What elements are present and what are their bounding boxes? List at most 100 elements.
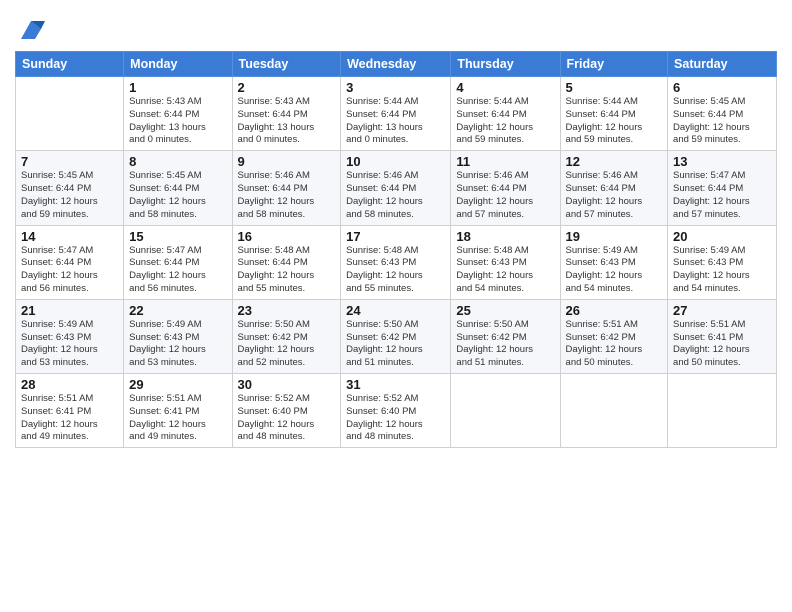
calendar-cell: 17Sunrise: 5:48 AM Sunset: 6:43 PM Dayli… [341,225,451,299]
calendar-cell: 16Sunrise: 5:48 AM Sunset: 6:44 PM Dayli… [232,225,341,299]
day-number: 5 [566,80,663,95]
day-info: Sunrise: 5:45 AM Sunset: 6:44 PM Dayligh… [21,170,118,221]
calendar-cell: 9Sunrise: 5:46 AM Sunset: 6:44 PM Daylig… [232,151,341,225]
calendar-week-row: 21Sunrise: 5:49 AM Sunset: 6:43 PM Dayli… [16,299,777,373]
page-header [15,10,777,43]
calendar-table: SundayMondayTuesdayWednesdayThursdayFrid… [15,51,777,448]
day-info: Sunrise: 5:43 AM Sunset: 6:44 PM Dayligh… [238,96,336,147]
day-info: Sunrise: 5:45 AM Sunset: 6:44 PM Dayligh… [129,170,226,221]
calendar-cell: 20Sunrise: 5:49 AM Sunset: 6:43 PM Dayli… [668,225,777,299]
day-number: 29 [129,377,226,392]
calendar-cell: 12Sunrise: 5:46 AM Sunset: 6:44 PM Dayli… [560,151,668,225]
day-number: 12 [566,154,663,169]
weekday-header-monday: Monday [124,52,232,77]
calendar-week-row: 28Sunrise: 5:51 AM Sunset: 6:41 PM Dayli… [16,374,777,448]
calendar-cell: 10Sunrise: 5:46 AM Sunset: 6:44 PM Dayli… [341,151,451,225]
calendar-cell: 23Sunrise: 5:50 AM Sunset: 6:42 PM Dayli… [232,299,341,373]
day-number: 18 [456,229,554,244]
day-info: Sunrise: 5:46 AM Sunset: 6:44 PM Dayligh… [238,170,336,221]
day-info: Sunrise: 5:49 AM Sunset: 6:43 PM Dayligh… [21,319,118,370]
calendar-week-row: 1Sunrise: 5:43 AM Sunset: 6:44 PM Daylig… [16,77,777,151]
day-info: Sunrise: 5:44 AM Sunset: 6:44 PM Dayligh… [346,96,445,147]
calendar-cell: 31Sunrise: 5:52 AM Sunset: 6:40 PM Dayli… [341,374,451,448]
calendar-cell: 21Sunrise: 5:49 AM Sunset: 6:43 PM Dayli… [16,299,124,373]
calendar-cell: 25Sunrise: 5:50 AM Sunset: 6:42 PM Dayli… [451,299,560,373]
day-number: 30 [238,377,336,392]
day-number: 22 [129,303,226,318]
day-info: Sunrise: 5:51 AM Sunset: 6:41 PM Dayligh… [21,393,118,444]
day-info: Sunrise: 5:46 AM Sunset: 6:44 PM Dayligh… [566,170,663,221]
day-number: 19 [566,229,663,244]
calendar-cell: 27Sunrise: 5:51 AM Sunset: 6:41 PM Dayli… [668,299,777,373]
calendar-cell: 13Sunrise: 5:47 AM Sunset: 6:44 PM Dayli… [668,151,777,225]
day-info: Sunrise: 5:49 AM Sunset: 6:43 PM Dayligh… [129,319,226,370]
day-number: 23 [238,303,336,318]
calendar-cell: 26Sunrise: 5:51 AM Sunset: 6:42 PM Dayli… [560,299,668,373]
day-info: Sunrise: 5:51 AM Sunset: 6:41 PM Dayligh… [673,319,771,370]
day-number: 26 [566,303,663,318]
day-info: Sunrise: 5:44 AM Sunset: 6:44 PM Dayligh… [456,96,554,147]
day-info: Sunrise: 5:50 AM Sunset: 6:42 PM Dayligh… [346,319,445,370]
weekday-header-saturday: Saturday [668,52,777,77]
day-info: Sunrise: 5:46 AM Sunset: 6:44 PM Dayligh… [346,170,445,221]
day-info: Sunrise: 5:48 AM Sunset: 6:44 PM Dayligh… [238,245,336,296]
calendar-cell: 18Sunrise: 5:48 AM Sunset: 6:43 PM Dayli… [451,225,560,299]
day-info: Sunrise: 5:47 AM Sunset: 6:44 PM Dayligh… [673,170,771,221]
calendar-cell: 19Sunrise: 5:49 AM Sunset: 6:43 PM Dayli… [560,225,668,299]
calendar-cell [560,374,668,448]
weekday-header-wednesday: Wednesday [341,52,451,77]
day-number: 16 [238,229,336,244]
day-number: 20 [673,229,771,244]
day-info: Sunrise: 5:48 AM Sunset: 6:43 PM Dayligh… [346,245,445,296]
calendar-cell: 3Sunrise: 5:44 AM Sunset: 6:44 PM Daylig… [341,77,451,151]
day-info: Sunrise: 5:49 AM Sunset: 6:43 PM Dayligh… [673,245,771,296]
day-number: 3 [346,80,445,95]
day-number: 17 [346,229,445,244]
day-number: 28 [21,377,118,392]
day-info: Sunrise: 5:44 AM Sunset: 6:44 PM Dayligh… [566,96,663,147]
day-info: Sunrise: 5:51 AM Sunset: 6:42 PM Dayligh… [566,319,663,370]
calendar-cell [16,77,124,151]
day-info: Sunrise: 5:52 AM Sunset: 6:40 PM Dayligh… [238,393,336,444]
day-number: 6 [673,80,771,95]
day-number: 31 [346,377,445,392]
day-info: Sunrise: 5:49 AM Sunset: 6:43 PM Dayligh… [566,245,663,296]
day-number: 10 [346,154,445,169]
day-number: 9 [238,154,336,169]
day-number: 4 [456,80,554,95]
logo-icon [17,15,45,43]
weekday-header-tuesday: Tuesday [232,52,341,77]
calendar-cell: 24Sunrise: 5:50 AM Sunset: 6:42 PM Dayli… [341,299,451,373]
day-info: Sunrise: 5:48 AM Sunset: 6:43 PM Dayligh… [456,245,554,296]
day-number: 8 [129,154,226,169]
day-info: Sunrise: 5:45 AM Sunset: 6:44 PM Dayligh… [673,96,771,147]
calendar-cell: 29Sunrise: 5:51 AM Sunset: 6:41 PM Dayli… [124,374,232,448]
day-number: 25 [456,303,554,318]
calendar-cell: 28Sunrise: 5:51 AM Sunset: 6:41 PM Dayli… [16,374,124,448]
day-info: Sunrise: 5:43 AM Sunset: 6:44 PM Dayligh… [129,96,226,147]
calendar-page: SundayMondayTuesdayWednesdayThursdayFrid… [0,0,792,612]
weekday-header-row: SundayMondayTuesdayWednesdayThursdayFrid… [16,52,777,77]
day-info: Sunrise: 5:47 AM Sunset: 6:44 PM Dayligh… [21,245,118,296]
weekday-header-thursday: Thursday [451,52,560,77]
calendar-week-row: 7Sunrise: 5:45 AM Sunset: 6:44 PM Daylig… [16,151,777,225]
day-number: 2 [238,80,336,95]
day-info: Sunrise: 5:46 AM Sunset: 6:44 PM Dayligh… [456,170,554,221]
day-info: Sunrise: 5:51 AM Sunset: 6:41 PM Dayligh… [129,393,226,444]
day-number: 14 [21,229,118,244]
calendar-cell [451,374,560,448]
day-number: 27 [673,303,771,318]
day-number: 1 [129,80,226,95]
day-number: 11 [456,154,554,169]
calendar-cell: 4Sunrise: 5:44 AM Sunset: 6:44 PM Daylig… [451,77,560,151]
day-number: 13 [673,154,771,169]
calendar-cell: 22Sunrise: 5:49 AM Sunset: 6:43 PM Dayli… [124,299,232,373]
calendar-cell: 30Sunrise: 5:52 AM Sunset: 6:40 PM Dayli… [232,374,341,448]
calendar-cell: 6Sunrise: 5:45 AM Sunset: 6:44 PM Daylig… [668,77,777,151]
calendar-cell: 1Sunrise: 5:43 AM Sunset: 6:44 PM Daylig… [124,77,232,151]
calendar-cell: 7Sunrise: 5:45 AM Sunset: 6:44 PM Daylig… [16,151,124,225]
day-info: Sunrise: 5:50 AM Sunset: 6:42 PM Dayligh… [456,319,554,370]
calendar-cell [668,374,777,448]
day-info: Sunrise: 5:47 AM Sunset: 6:44 PM Dayligh… [129,245,226,296]
calendar-cell: 11Sunrise: 5:46 AM Sunset: 6:44 PM Dayli… [451,151,560,225]
